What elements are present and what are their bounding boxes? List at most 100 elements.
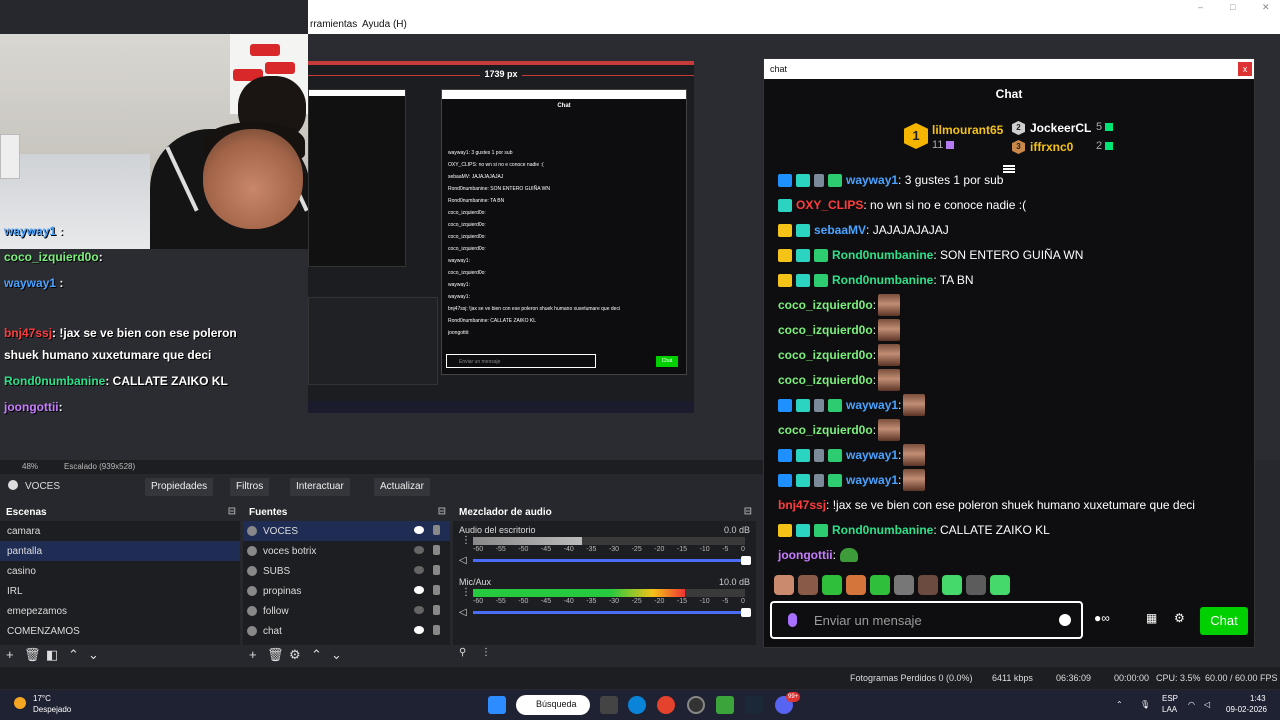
source-item[interactable]: VOCES xyxy=(243,521,450,541)
scene-item[interactable]: casino xyxy=(0,561,240,581)
add-icon[interactable]: + xyxy=(6,647,14,662)
chevron-up-icon[interactable]: ⌃ xyxy=(1116,700,1123,710)
mic-tray-icon[interactable]: 🎙 xyxy=(1140,700,1150,710)
source-item[interactable]: SUBS xyxy=(243,561,450,581)
chat-input[interactable]: Enviar un mensaje xyxy=(770,601,1083,639)
gift-icon[interactable]: ▦ xyxy=(1146,611,1160,625)
lock-icon[interactable] xyxy=(433,545,440,555)
eye-icon[interactable] xyxy=(414,526,424,534)
emote-picker-item[interactable] xyxy=(870,575,890,595)
minecraft-icon[interactable] xyxy=(716,696,734,714)
lock-icon[interactable] xyxy=(433,525,440,535)
volume-knob[interactable] xyxy=(741,608,751,617)
chat-username[interactable]: wayway1 xyxy=(846,173,898,187)
dock-menu-icon[interactable]: ⊟ xyxy=(228,506,236,517)
more-icon[interactable]: ⋮ xyxy=(461,587,471,598)
scene-item[interactable]: camara xyxy=(0,521,240,541)
chat-username[interactable]: sebaaMV xyxy=(814,223,866,237)
gear-icon[interactable]: ⚙ xyxy=(289,647,301,663)
source-item[interactable]: voces botrix xyxy=(243,541,450,561)
mic-icon[interactable] xyxy=(788,613,797,627)
emote-picker-item[interactable] xyxy=(942,575,962,595)
chat-username[interactable]: Rond0numbanine xyxy=(832,273,933,287)
dock-menu-icon[interactable]: ⊟ xyxy=(438,506,446,517)
chat-username[interactable]: coco_izquierd0o xyxy=(778,298,873,312)
emote-picker-item[interactable] xyxy=(798,575,818,595)
filter-icon[interactable]: ◧ xyxy=(46,647,58,663)
scene-item[interactable]: IRL xyxy=(0,581,240,601)
trash-icon[interactable]: 🗑 xyxy=(24,647,41,663)
task-view-icon[interactable] xyxy=(600,696,618,714)
chat-username[interactable]: Rond0numbanine xyxy=(832,523,933,537)
menu-icon[interactable] xyxy=(1003,165,1015,167)
lock-icon[interactable] xyxy=(433,585,440,595)
scale-label[interactable]: Escalado (939x528) xyxy=(64,462,135,471)
edge-icon[interactable] xyxy=(628,696,646,714)
dock-menu-icon[interactable]: ⊟ xyxy=(744,506,752,517)
link-icon[interactable]: ⚲ xyxy=(459,647,466,658)
up-icon[interactable]: ⌃ xyxy=(311,647,322,663)
points-icon[interactable]: ●∞ xyxy=(1094,611,1110,625)
lang-2[interactable]: LAA xyxy=(1162,705,1177,715)
scene-item[interactable]: pantalla xyxy=(0,541,240,561)
down-icon[interactable]: ⌄ xyxy=(88,647,99,663)
volume-knob[interactable] xyxy=(741,556,751,565)
eye-icon[interactable] xyxy=(414,626,424,634)
emote-picker-item[interactable] xyxy=(846,575,866,595)
windows-start-icon[interactable] xyxy=(488,696,506,714)
menu-help[interactable]: Ayuda (H) xyxy=(362,19,407,30)
volume-slider[interactable] xyxy=(473,556,751,565)
volume-slider[interactable] xyxy=(473,608,751,617)
speaker-icon[interactable]: ◁ xyxy=(1204,700,1210,710)
properties-button[interactable]: Propiedades xyxy=(145,478,214,496)
up-icon[interactable]: ⌃ xyxy=(68,647,79,663)
add-icon[interactable]: + xyxy=(249,647,257,662)
steam-icon[interactable] xyxy=(745,696,763,714)
chat-username[interactable]: Rond0numbanine xyxy=(832,248,933,262)
lock-icon[interactable] xyxy=(433,625,440,635)
chrome-icon[interactable] xyxy=(657,696,675,714)
menu-tools[interactable]: rramientas xyxy=(310,19,357,30)
chat-username[interactable]: bnj47ssj xyxy=(778,498,826,512)
maximize-icon[interactable]: □ xyxy=(1230,2,1235,12)
chat-username[interactable]: joongottii xyxy=(778,548,833,562)
close-icon[interactable]: ✕ xyxy=(1262,2,1270,13)
zoom-level[interactable]: 48% xyxy=(22,462,38,471)
chat-username[interactable]: wayway1 xyxy=(846,448,898,462)
emote-picker-item[interactable] xyxy=(894,575,914,595)
eye-icon[interactable] xyxy=(414,586,424,594)
taskbar-search[interactable]: Búsqueda xyxy=(516,695,590,715)
eye-icon[interactable] xyxy=(414,606,424,614)
minimize-icon[interactable]: – xyxy=(1198,2,1203,12)
lock-icon[interactable] xyxy=(433,565,440,575)
chat-send-button[interactable]: Chat xyxy=(1200,607,1248,635)
emote-picker-item[interactable] xyxy=(822,575,842,595)
eye-icon[interactable] xyxy=(414,546,424,554)
obs-icon[interactable] xyxy=(687,696,705,714)
eye-icon[interactable] xyxy=(414,566,424,574)
wifi-icon[interactable]: ◠ xyxy=(1188,700,1195,710)
chat-username[interactable]: coco_izquierd0o xyxy=(778,323,873,337)
trash-icon[interactable]: 🗑 xyxy=(267,647,284,663)
close-icon[interactable]: x xyxy=(1238,62,1252,76)
lang-1[interactable]: ESP xyxy=(1162,694,1178,704)
more-icon[interactable]: ⋮ xyxy=(461,535,471,546)
chat-username[interactable]: coco_izquierd0o xyxy=(778,348,873,362)
chat-username[interactable]: OXY_CLIPS xyxy=(796,198,863,212)
emote-picker-item[interactable] xyxy=(918,575,938,595)
filters-button[interactable]: Filtros xyxy=(230,478,270,496)
emote-picker-item[interactable] xyxy=(990,575,1010,595)
down-icon[interactable]: ⌄ xyxy=(331,647,342,663)
lock-icon[interactable] xyxy=(433,605,440,615)
scene-item[interactable]: emepezamos xyxy=(0,601,240,621)
gear-icon[interactable]: ⚙ xyxy=(1174,611,1188,625)
speaker-icon[interactable]: ◁ xyxy=(459,607,467,618)
source-item[interactable]: chat xyxy=(243,621,450,641)
chat-username[interactable]: wayway1 xyxy=(846,398,898,412)
more-icon[interactable]: ⋮ xyxy=(481,647,491,658)
source-item[interactable]: follow xyxy=(243,601,450,621)
weather-temp[interactable]: 17°C xyxy=(33,694,51,704)
emoji-icon[interactable] xyxy=(1059,614,1071,626)
speaker-icon[interactable]: ◁ xyxy=(459,555,467,566)
emote-picker-item[interactable] xyxy=(774,575,794,595)
